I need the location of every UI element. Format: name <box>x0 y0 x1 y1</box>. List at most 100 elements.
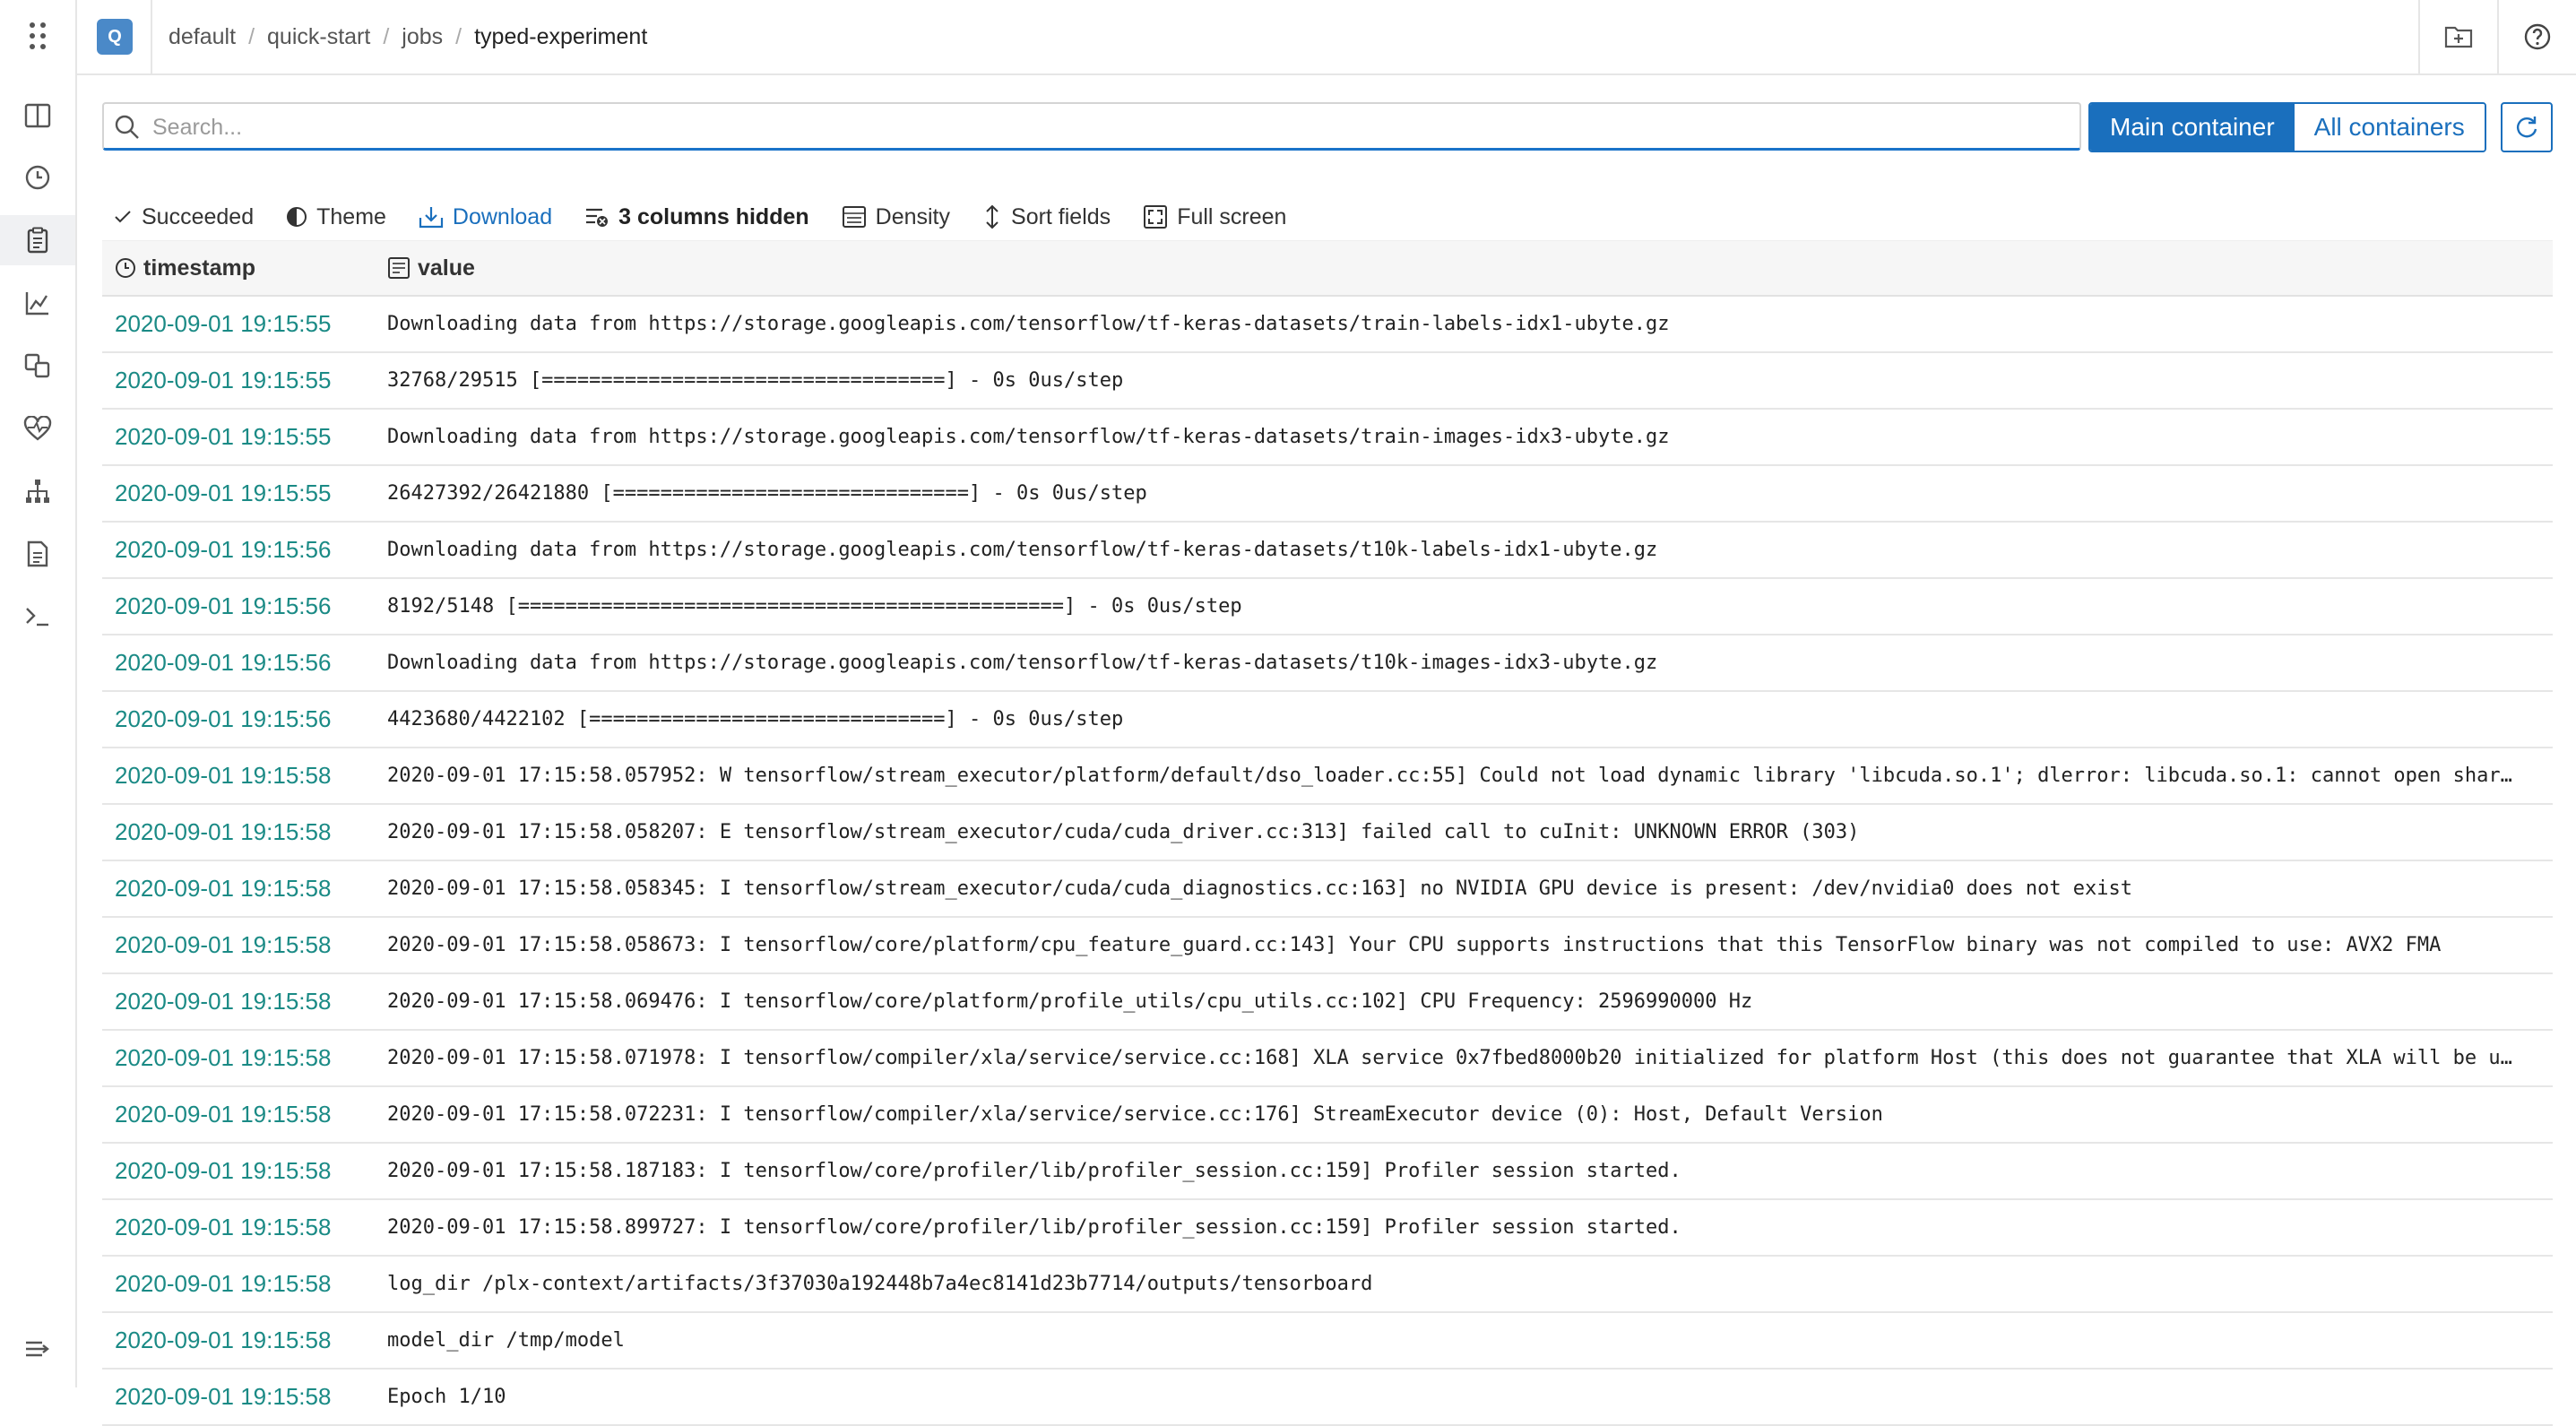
search-box[interactable] <box>102 102 2081 151</box>
clock-icon <box>116 258 135 278</box>
density-label: Density <box>875 203 951 229</box>
breadcrumb-current: typed-experiment <box>474 23 648 49</box>
row-timestamp: 2020-09-01 19:15:58 <box>115 931 332 958</box>
row-timestamp: 2020-09-01 19:15:56 <box>115 536 332 563</box>
column-header-timestamp[interactable]: timestamp <box>102 255 387 281</box>
row-value: 2020-09-01 17:15:58.058673: I tensorflow… <box>387 934 2442 956</box>
theme-button[interactable]: Theme <box>286 204 386 230</box>
row-value: Downloading data from https://storage.go… <box>387 539 1658 561</box>
row-value: log_dir /plx-context/artifacts/3f37030a1… <box>387 1273 1373 1295</box>
row-timestamp: 2020-09-01 19:15:56 <box>115 705 332 732</box>
table-header: timestamp value <box>102 240 2553 297</box>
breadcrumb-separator: / <box>248 23 255 49</box>
table-row[interactable]: 2020-09-01 19:15:56 Downloading data from… <box>102 523 2553 579</box>
apps-grid-icon[interactable] <box>20 18 56 54</box>
divider <box>151 0 152 73</box>
row-value: 26427392/26421880 [=====================… <box>387 482 1147 505</box>
table-row[interactable]: 2020-09-01 19:15:55 Downloading data from… <box>102 297 2553 353</box>
column-label: timestamp <box>143 255 256 281</box>
table-row[interactable]: 2020-09-01 19:15:56 4423680/4422102 [====… <box>102 692 2553 748</box>
sort-fields-button[interactable]: Sort fields <box>982 204 1111 230</box>
table-row[interactable]: 2020-09-01 19:15:55 32768/29515 [========… <box>102 353 2553 410</box>
table-row[interactable]: 2020-09-01 19:15:58 2020-09-01 17:15:58.1… <box>102 1144 2553 1200</box>
table-row[interactable]: 2020-09-01 19:15:58 log_dir /plx-context/… <box>102 1257 2553 1313</box>
clock-icon[interactable] <box>0 152 75 203</box>
table-row[interactable]: 2020-09-01 19:15:58 2020-09-01 17:15:58.0… <box>102 861 2553 918</box>
project-avatar[interactable]: Q <box>97 19 133 55</box>
row-value: 2020-09-01 17:15:58.058207: E tensorflow… <box>387 821 1860 843</box>
theme-icon <box>287 207 307 227</box>
table-row[interactable]: 2020-09-01 19:15:56 8192/5148 [==========… <box>102 579 2553 635</box>
artifacts-icon[interactable] <box>0 341 75 391</box>
all-containers-button[interactable]: All containers <box>2294 104 2485 151</box>
table-row[interactable]: 2020-09-01 19:15:55 26427392/26421880 [==… <box>102 466 2553 523</box>
row-timestamp: 2020-09-01 19:15:58 <box>115 988 332 1015</box>
folder-plus-icon <box>2444 26 2473 48</box>
table-row[interactable]: 2020-09-01 19:15:58 2020-09-01 17:15:58.0… <box>102 748 2553 805</box>
row-timestamp: 2020-09-01 19:15:58 <box>115 1214 332 1240</box>
row-value: 2020-09-01 17:15:58.899727: I tensorflow… <box>387 1216 1681 1239</box>
row-timestamp: 2020-09-01 19:15:58 <box>115 1157 332 1184</box>
help-button[interactable] <box>2497 0 2576 73</box>
clipboard-icon[interactable] <box>0 215 75 265</box>
full-screen-button[interactable]: Full screen <box>1143 204 1286 230</box>
breadcrumb: default / quick-start / jobs / typed-exp… <box>169 24 647 50</box>
column-header-value[interactable]: value <box>387 255 475 281</box>
document-icon[interactable] <box>0 529 75 579</box>
columns-icon <box>586 208 609 227</box>
row-value: 2020-09-01 17:15:58.072231: I tensorflow… <box>387 1103 1883 1126</box>
row-timestamp: 2020-09-01 19:15:58 <box>115 875 332 902</box>
row-value: Downloading data from https://storage.go… <box>387 313 1670 335</box>
table-row[interactable]: 2020-09-01 19:15:58 model_dir /tmp/model <box>102 1313 2553 1370</box>
breadcrumb-separator: / <box>455 23 462 49</box>
heartbeat-icon[interactable] <box>0 403 75 454</box>
table-row[interactable]: 2020-09-01 19:15:58 2020-09-01 17:15:58.0… <box>102 918 2553 974</box>
row-timestamp: 2020-09-01 19:15:56 <box>115 649 332 676</box>
table-row[interactable]: 2020-09-01 19:15:56 Downloading data from… <box>102 635 2553 692</box>
log-table: timestamp value 2020-09-01 19:15:55 Downl… <box>102 240 2553 1426</box>
row-timestamp: 2020-09-01 19:15:58 <box>115 1044 332 1071</box>
breadcrumb-project[interactable]: quick-start <box>267 24 370 50</box>
table-row[interactable]: 2020-09-01 19:15:58 2020-09-01 17:15:58.8… <box>102 1200 2553 1257</box>
sort-fields-label: Sort fields <box>1011 203 1111 229</box>
sidebar <box>0 0 77 1387</box>
row-timestamp: 2020-09-01 19:15:58 <box>115 1270 332 1297</box>
terminal-icon[interactable] <box>0 592 75 642</box>
download-button[interactable]: Download <box>419 204 552 230</box>
panel-icon[interactable] <box>0 91 75 141</box>
row-value: 2020-09-01 17:15:58.058345: I tensorflow… <box>387 877 2133 900</box>
container-switch: Main container All containers <box>2088 102 2486 152</box>
table-row[interactable]: 2020-09-01 19:15:55 Downloading data from… <box>102 410 2553 466</box>
search-input[interactable] <box>151 109 2054 145</box>
theme-label: Theme <box>316 203 386 229</box>
add-folder-button[interactable] <box>2418 0 2497 73</box>
refresh-button[interactable] <box>2501 102 2553 152</box>
density-icon <box>842 206 866 228</box>
chart-icon[interactable] <box>0 278 75 328</box>
table-row[interactable]: 2020-09-01 19:15:58 2020-09-01 17:15:58.0… <box>102 974 2553 1031</box>
row-value: Downloading data from https://storage.go… <box>387 652 1658 674</box>
row-timestamp: 2020-09-01 19:15:58 <box>115 818 332 845</box>
table-row[interactable]: 2020-09-01 19:15:58 2020-09-01 17:15:58.0… <box>102 805 2553 861</box>
hidden-columns-button[interactable]: 3 columns hidden <box>584 204 809 230</box>
table-row[interactable]: 2020-09-01 19:15:58 Epoch 1/10 <box>102 1370 2553 1426</box>
main-container-button[interactable]: Main container <box>2090 104 2295 151</box>
download-label: Download <box>452 203 553 229</box>
hierarchy-icon[interactable] <box>0 466 75 516</box>
collapse-icon[interactable] <box>0 1327 75 1371</box>
table-row[interactable]: 2020-09-01 19:15:58 2020-09-01 17:15:58.0… <box>102 1031 2553 1087</box>
row-value: Epoch 1/10 <box>387 1386 506 1408</box>
hidden-columns-label: 3 columns hidden <box>618 203 809 229</box>
row-value: 2020-09-01 17:15:58.069476: I tensorflow… <box>387 990 1753 1013</box>
row-timestamp: 2020-09-01 19:15:58 <box>115 1327 332 1353</box>
sort-icon <box>986 204 998 229</box>
text-field-icon <box>388 257 410 279</box>
row-value: model_dir /tmp/model <box>387 1329 625 1352</box>
breadcrumb-owner[interactable]: default <box>169 24 236 50</box>
help-icon <box>2524 23 2551 50</box>
status-label: Succeeded <box>142 203 255 229</box>
density-button[interactable]: Density <box>842 204 950 230</box>
refresh-icon <box>2517 117 2537 138</box>
breadcrumb-jobs[interactable]: jobs <box>402 24 443 50</box>
table-row[interactable]: 2020-09-01 19:15:58 2020-09-01 17:15:58.0… <box>102 1087 2553 1144</box>
